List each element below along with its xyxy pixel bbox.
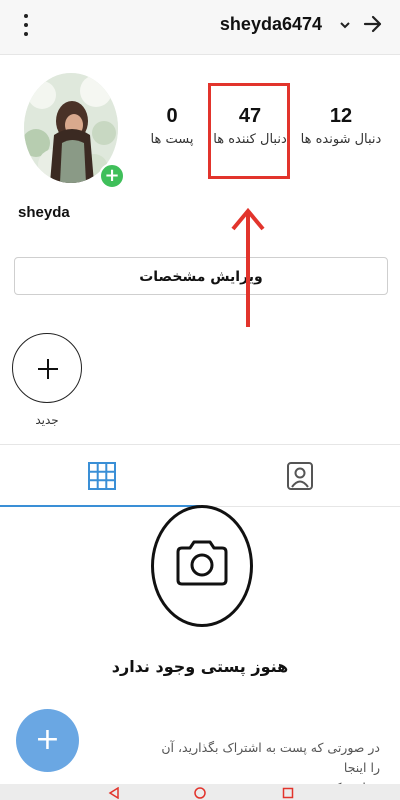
edit-profile-button[interactable]: ویرایش مشخصات [14,257,388,295]
plus-icon [38,359,58,379]
android-nav-bar [0,784,400,800]
tagged-person-icon[interactable] [284,460,316,492]
empty-state-subtitle-line: در صورتی که پست به اشتراک بگذارید، آن را… [161,740,380,775]
empty-state-title: هنوز پستی وجود ندارد [111,657,289,676]
arrow-right-icon[interactable] [362,13,384,35]
tab-divider [200,506,400,507]
divider [0,444,400,445]
add-story-badge[interactable]: + [99,163,125,189]
chevron-down-icon[interactable] [338,18,352,32]
display-name: sheyda [18,204,70,221]
recent-apps-icon[interactable] [282,787,294,799]
stat-posts[interactable]: 0 پست ها [140,105,204,147]
new-story-label: جدید [35,413,59,427]
add-post-button[interactable]: + [16,709,79,772]
posts-label: پست ها [150,132,194,147]
new-story-button[interactable] [12,333,82,403]
posts-count: 0 [166,105,178,127]
username-title[interactable]: sheyda6474 [220,14,322,35]
camera-icon [176,540,228,586]
back-triangle-icon[interactable] [108,787,120,799]
top-bar: sheyda6474 [0,0,400,55]
followers-highlight-box [208,83,290,179]
stat-following[interactable]: 12 دنبال شونده ها [298,105,384,147]
following-label: دنبال شونده ها [300,132,382,147]
active-tab-indicator [0,505,200,507]
grid-icon[interactable] [86,460,118,492]
following-count: 12 [329,105,353,127]
kebab-menu-icon[interactable] [20,12,32,38]
annotation-arrow-icon [231,207,265,327]
home-circle-icon[interactable] [194,787,206,799]
